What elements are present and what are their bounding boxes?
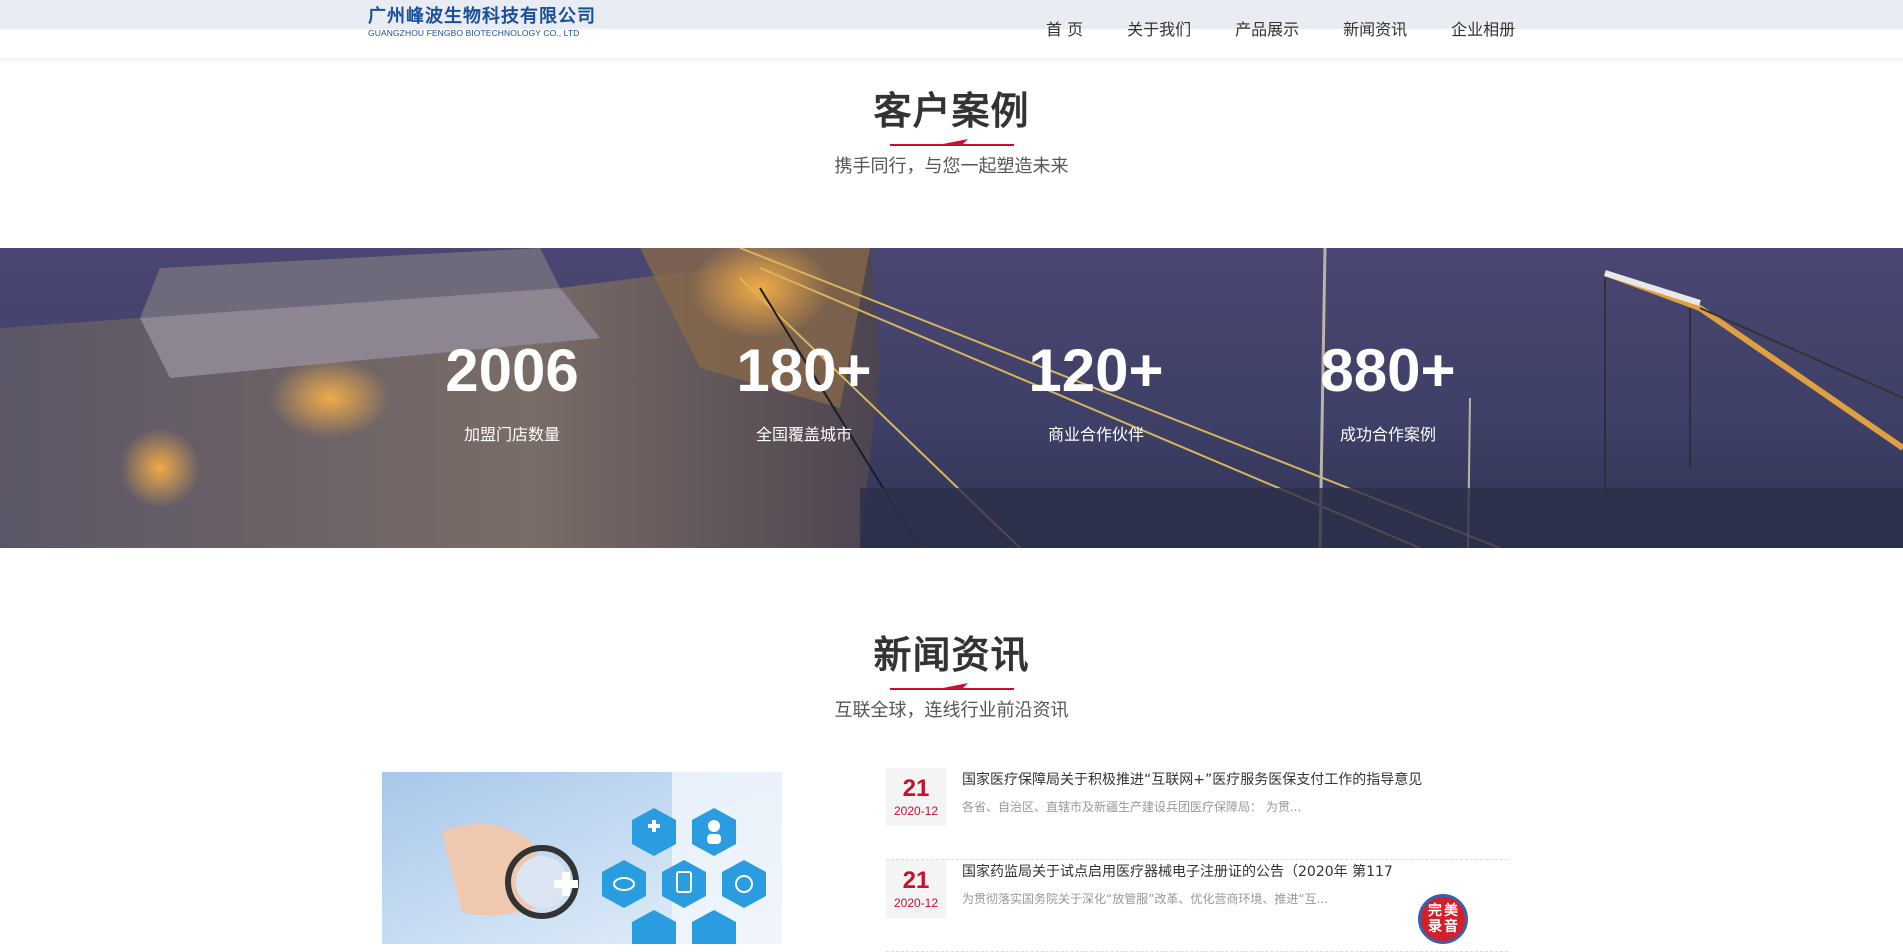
stat-stores: 2006 加盟门店数量 (392, 336, 632, 446)
stat-value: 120+ (1028, 337, 1164, 404)
header-top-strip (0, 0, 1903, 29)
news-date: 21 2020-12 (886, 768, 946, 826)
news-day: 21 (902, 867, 930, 894)
stat-value: 180+ (736, 337, 872, 404)
news-subtitle: 互联全球，连线行业前沿资讯 (834, 700, 1069, 721)
stats-banner: 2006 加盟门店数量 180+ 全国覆盖城市 120+ 商业合作伙伴 880+… (0, 248, 1903, 548)
nav-home[interactable]: 首 页 (1046, 18, 1083, 42)
title-arrow-divider (889, 138, 1014, 150)
news-title: 新闻资讯 (873, 633, 1030, 677)
logo-english-name: GUANGZHOU FENGBO BIOTECHNOLOGY CO., LTD (368, 28, 580, 38)
ship-harbor-background (0, 248, 1903, 548)
cases-title: 客户案例 (873, 89, 1030, 133)
stat-cases: 880+ 成功合作案例 (1268, 336, 1508, 446)
stat-label: 成功合作案例 (1339, 425, 1436, 444)
news-section-title: 新闻资讯 互联全球，连线行业前沿资讯 (0, 630, 1903, 724)
stat-label: 全国覆盖城市 (755, 425, 852, 444)
news-item-summary: 为贯彻落实国务院关于深化“放管服”改革、优化营商环境、推进“互... (962, 892, 1329, 906)
news-item-title[interactable]: 国家药监局关于试点启用医疗器械电子注册证的公告（2020年 第117 (962, 862, 1508, 882)
company-logo[interactable]: 广州峰波生物科技有限公司 GUANGZHOU FENGBO BIOTECHNOL… (368, 6, 596, 38)
nav-products[interactable]: 产品展示 (1235, 18, 1299, 42)
logo-chinese-name: 广州峰波生物科技有限公司 (368, 6, 596, 27)
news-year-month: 2020-12 (893, 804, 939, 818)
news-year-month: 2020-12 (893, 896, 939, 910)
stat-label: 商业合作伙伴 (1047, 425, 1144, 444)
news-item-summary: 各省、自治区、直辖市及新疆生产建设兵团医疗保障局： 为贯... (962, 800, 1302, 814)
stat-value: 2006 (445, 337, 579, 404)
site-header: 广州峰波生物科技有限公司 GUANGZHOU FENGBO BIOTECHNOL… (0, 0, 1903, 58)
main-nav: 首 页 关于我们 产品展示 新闻资讯 企业相册 (1046, 18, 1515, 42)
title-arrow-divider (889, 682, 1014, 694)
stat-label: 加盟门店数量 (463, 425, 560, 444)
nav-album[interactable]: 企业相册 (1451, 18, 1515, 42)
cases-subtitle: 携手同行，与您一起塑造未来 (834, 156, 1069, 177)
news-date: 21 2020-12 (886, 860, 946, 918)
news-list: 21 2020-12 国家医疗保障局关于积极推进“互联网+”医疗服务医保支付工作… (886, 768, 1508, 952)
cases-section-title: 客户案例 携手同行，与您一起塑造未来 (0, 86, 1903, 180)
stat-partners: 120+ 商业合作伙伴 (976, 336, 1216, 446)
news-feature-image[interactable] (382, 772, 782, 944)
badge-char: 录 (1428, 919, 1442, 935)
news-item-title[interactable]: 国家医疗保障局关于积极推进“互联网+”医疗服务医保支付工作的指导意见 (962, 770, 1508, 790)
badge-char: 美 (1444, 903, 1458, 919)
news-day: 21 (902, 775, 930, 802)
stat-cities: 180+ 全国覆盖城市 (684, 336, 924, 446)
medical-hexagon-image (382, 772, 782, 944)
badge-char: 完 (1428, 903, 1442, 919)
stat-value: 880+ (1320, 337, 1456, 404)
news-item[interactable]: 21 2020-12 国家医疗保障局关于积极推进“互联网+”医疗服务医保支付工作… (886, 768, 1508, 860)
news-item[interactable]: 21 2020-12 国家药监局关于试点启用医疗器械电子注册证的公告（2020年… (886, 860, 1508, 952)
nav-about[interactable]: 关于我们 (1127, 18, 1191, 42)
nav-news[interactable]: 新闻资讯 (1343, 18, 1407, 42)
badge-char: 音 (1444, 919, 1458, 935)
floating-badge-button[interactable]: 完 美 录 音 (1418, 894, 1468, 944)
